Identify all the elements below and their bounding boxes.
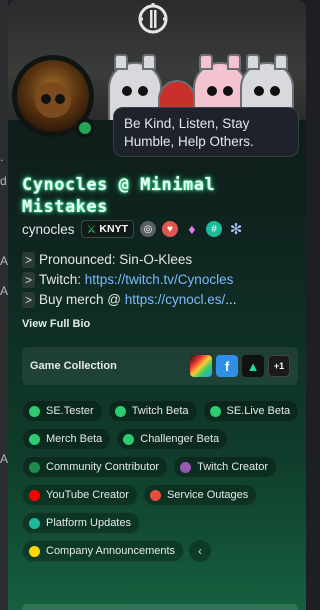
- role-pill[interactable]: SE.Tester: [22, 400, 103, 422]
- role-color-dot: [29, 461, 40, 473]
- role-pill[interactable]: Merch Beta: [22, 428, 112, 450]
- gem-badge-icon[interactable]: ♦: [184, 221, 200, 237]
- role-color-dot: [123, 433, 135, 445]
- quote-marker: >: [22, 272, 35, 288]
- role-pill[interactable]: Twitch Creator: [173, 456, 278, 478]
- role-pill[interactable]: Company Announcements: [22, 540, 185, 562]
- edge-char: A: [0, 452, 9, 466]
- swords-icon: ⚔: [86, 223, 97, 236]
- custom-status-bubble: Be Kind, Listen, Stay Humble, Help Other…: [113, 107, 299, 157]
- edge-char: A: [0, 284, 9, 298]
- online-status-indicator: [75, 118, 95, 138]
- role-pill[interactable]: Twitch Beta: [107, 400, 198, 422]
- nitro-badge-icon[interactable]: ◎: [140, 221, 156, 237]
- gear-logo-icon: [138, 3, 168, 34]
- gear-badge-icon[interactable]: ✻: [228, 221, 244, 238]
- bio: > Pronounced: Sin-O-Klees > Twitch: http…: [22, 250, 297, 310]
- role-name: Service Outages: [166, 489, 249, 501]
- role-name: SE.Tester: [46, 405, 94, 417]
- game-collection[interactable]: Game Collection f ▲ +1: [22, 347, 298, 385]
- role-color-dot: [114, 405, 126, 417]
- game-collection-label: Game Collection: [30, 360, 117, 372]
- role-pill[interactable]: SE.Live Beta: [202, 400, 300, 422]
- role-color-dot: [29, 517, 40, 529]
- colorful-game-icon[interactable]: [190, 355, 212, 377]
- role-name: Merch Beta: [46, 433, 103, 445]
- role-name: SE.Live Beta: [226, 405, 291, 417]
- role-pill[interactable]: Platform Updates: [22, 512, 140, 534]
- role-name: Twitch Creator: [197, 461, 269, 473]
- role-color-dot: [29, 545, 40, 557]
- message-input-bar[interactable]: [22, 604, 298, 610]
- edge-char: A: [0, 254, 9, 268]
- role-name: Company Announcements: [46, 545, 176, 557]
- underlying-app-edge: . d A A A: [0, 0, 8, 610]
- bio-ellipsis: ...: [225, 292, 237, 307]
- twitch-link[interactable]: https://twitch.tv/Cynocles: [85, 270, 234, 290]
- hashtag-badge-icon[interactable]: #: [206, 221, 222, 237]
- heart-badge-icon[interactable]: ♥: [162, 221, 178, 237]
- role-name: YouTube Creator: [46, 489, 129, 501]
- server-tag-label: KNYT: [99, 223, 128, 235]
- server-tag[interactable]: ⚔ KNYT: [80, 220, 134, 238]
- display-name: Cynocles @ Minimal Mistakes: [22, 175, 216, 217]
- role-color-dot: [149, 489, 161, 501]
- quote-marker: >: [22, 292, 35, 308]
- bio-merch-label: Buy merch @: [39, 292, 121, 307]
- bio-twitch-label: Twitch:: [39, 272, 82, 287]
- triangle-game-icon[interactable]: ▲: [242, 355, 264, 377]
- merch-link[interactable]: https://cynocl.es/: [125, 290, 226, 310]
- role-name: Twitch Beta: [131, 405, 189, 417]
- collapse-roles-chevron-icon[interactable]: ‹: [189, 540, 212, 562]
- roles-list: SE.Tester Twitch Beta SE.Live Beta Merch…: [22, 400, 302, 562]
- edge-char: .: [0, 150, 4, 164]
- view-full-bio-button[interactable]: View Full Bio: [22, 318, 90, 330]
- role-color-dot: [209, 405, 221, 417]
- more-games-count[interactable]: +1: [268, 355, 290, 377]
- role-color-dot: [29, 405, 40, 417]
- online-dot-icon: [79, 122, 91, 134]
- username[interactable]: cynocles: [22, 222, 75, 237]
- edge-char: d: [0, 174, 7, 188]
- role-pill[interactable]: Community Contributor: [22, 456, 169, 478]
- role-color-dot: [29, 489, 40, 501]
- f-logo-game-icon[interactable]: f: [216, 355, 238, 377]
- quote-marker: >: [22, 252, 35, 268]
- role-pill[interactable]: Service Outages: [142, 484, 258, 506]
- role-color-dot: [29, 433, 40, 445]
- role-pill[interactable]: Challenger Beta: [116, 428, 229, 450]
- profile-popout: Be Kind, Listen, Stay Humble, Help Other…: [8, 0, 306, 610]
- role-pill[interactable]: YouTube Creator: [22, 484, 138, 506]
- role-name: Community Contributor: [46, 461, 160, 473]
- role-color-dot: [180, 461, 192, 473]
- role-name: Challenger Beta: [140, 433, 220, 445]
- bio-line: > Twitch: https://twitch.tv/Cynocles: [22, 270, 297, 290]
- bio-pronunciation: Pronounced: Sin-O-Klees: [39, 252, 193, 267]
- bio-line: > Pronounced: Sin-O-Klees: [22, 250, 297, 270]
- username-row: cynocles ⚔ KNYT ◎ ♥ ♦ # ✻: [22, 219, 244, 239]
- role-name: Platform Updates: [46, 517, 131, 529]
- bio-line: > Buy merch @ https://cynocl.es/...: [22, 290, 297, 310]
